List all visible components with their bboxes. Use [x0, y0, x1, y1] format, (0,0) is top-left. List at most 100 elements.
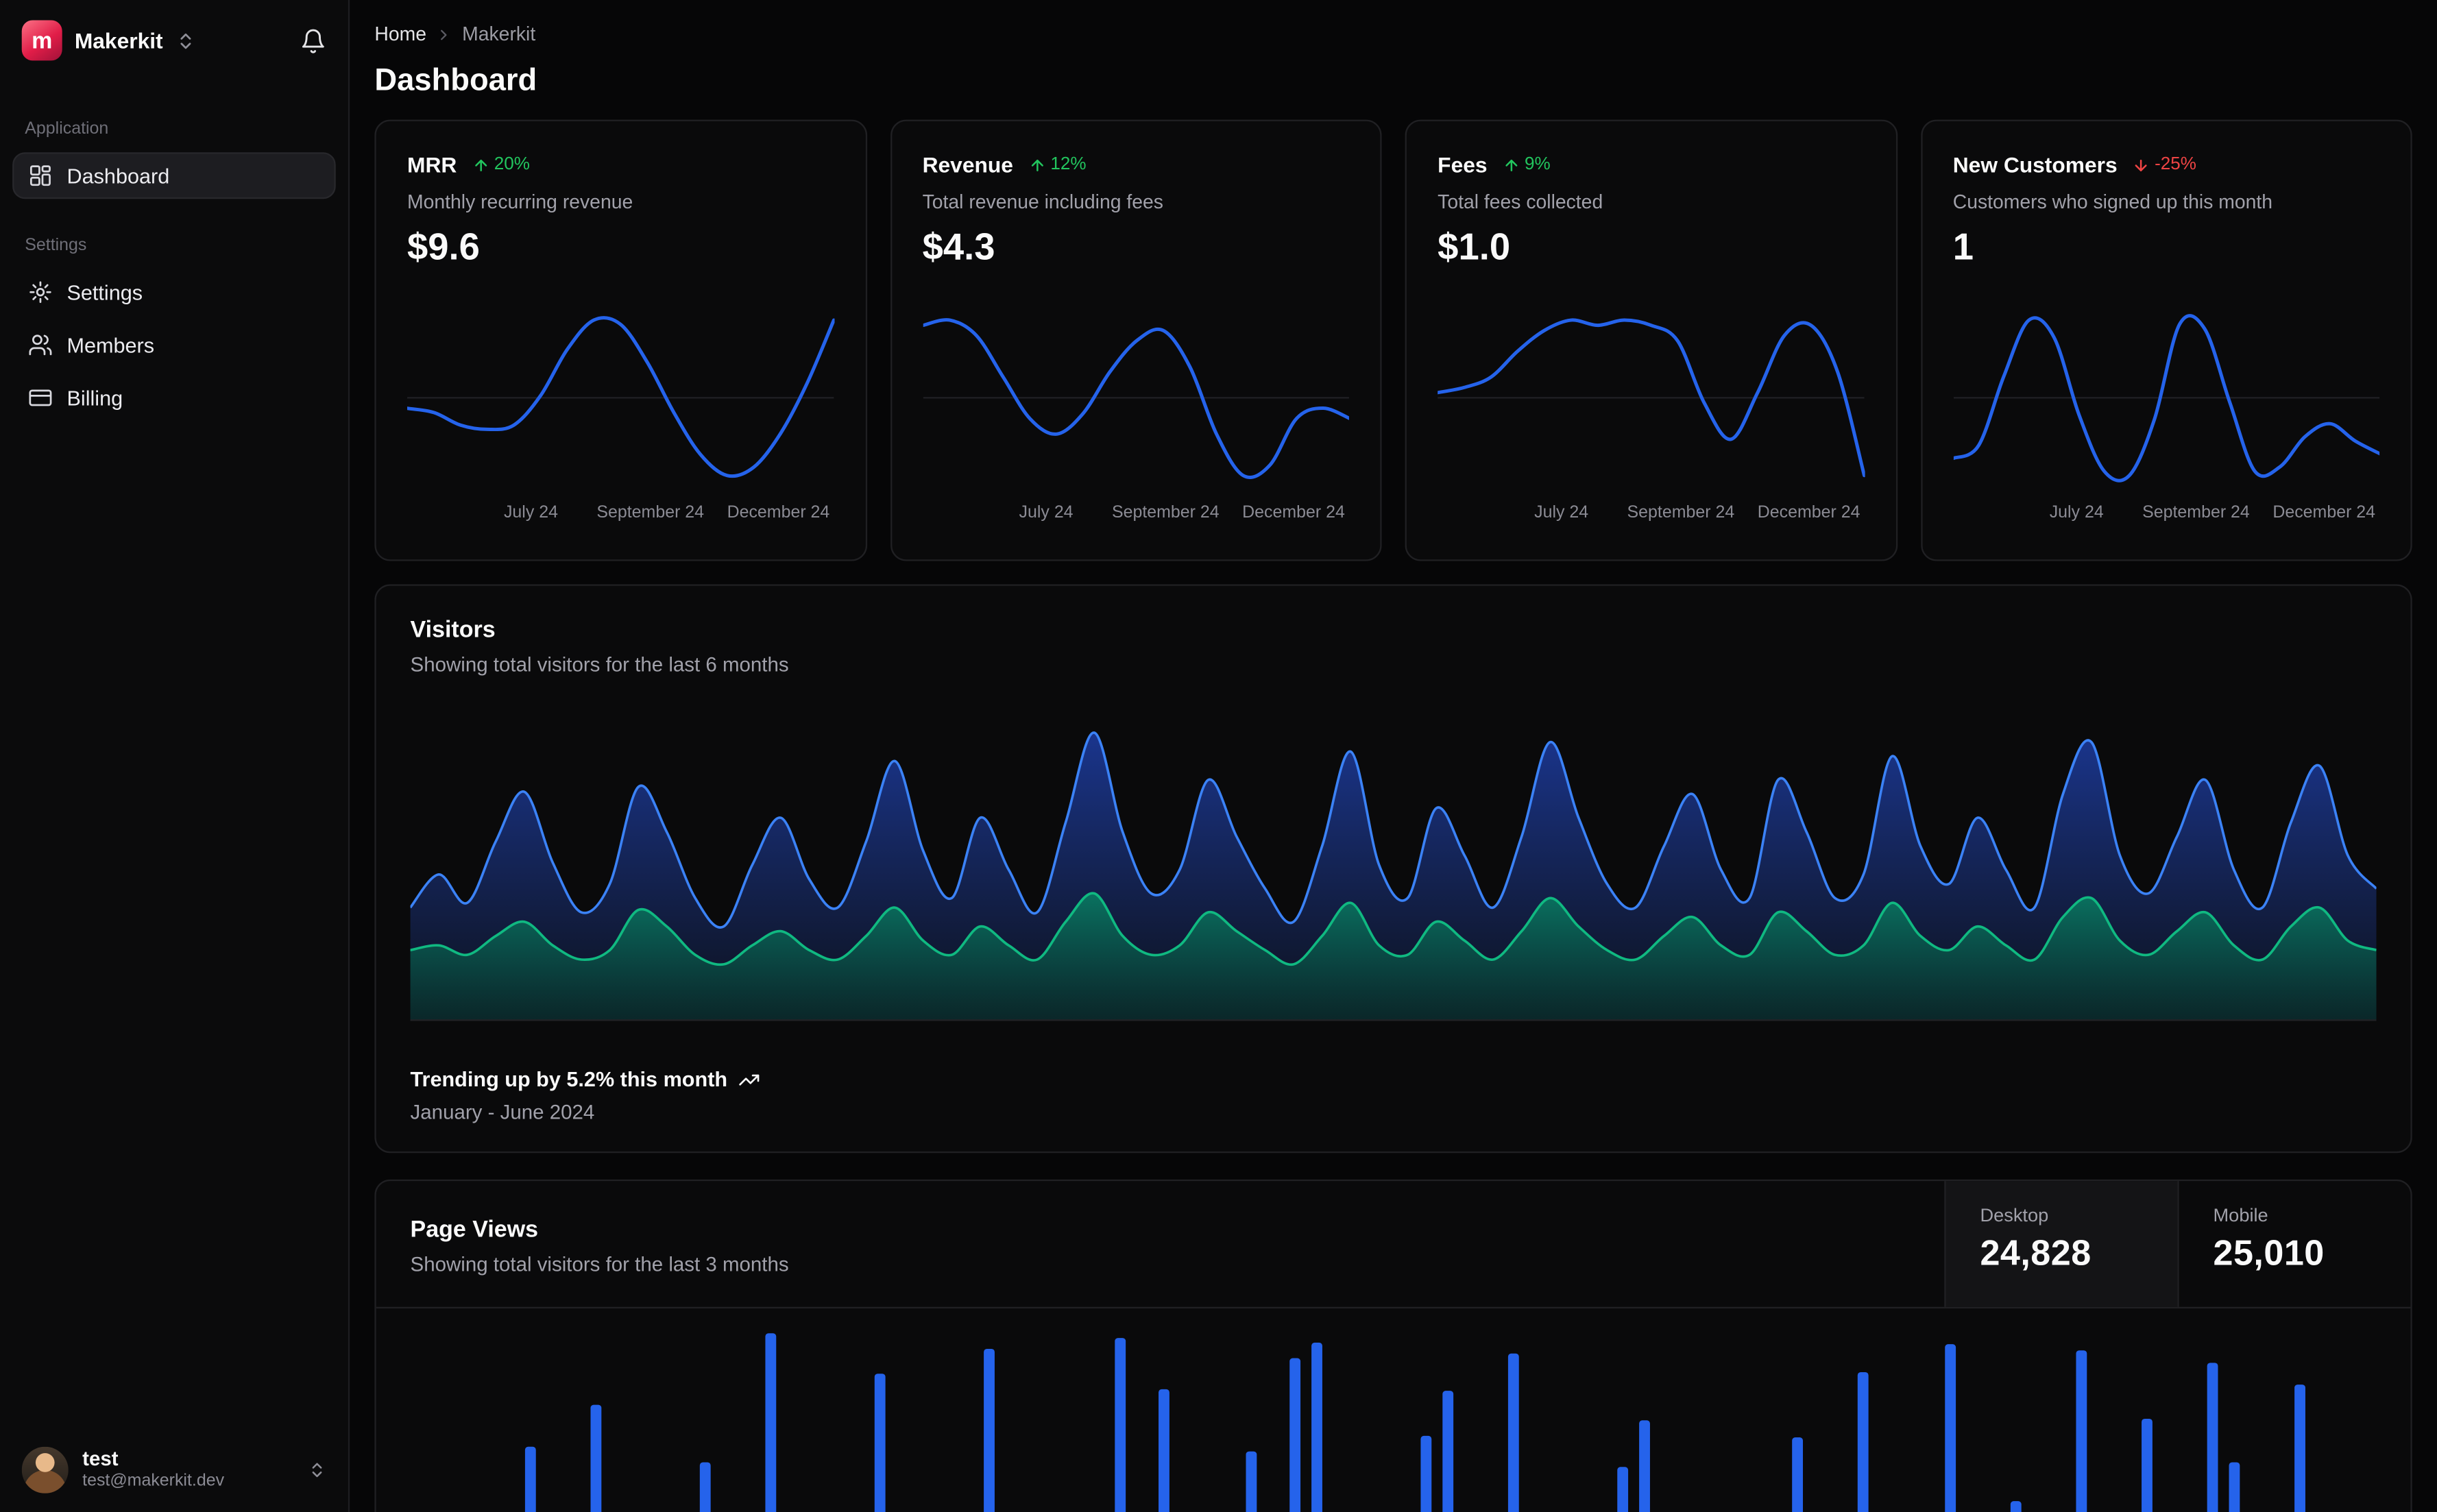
arrow-up-icon [1029, 156, 1046, 173]
main-content: Home Makerkit Dashboard MRR 20% Monthly … [350, 0, 2437, 1512]
breadcrumb-current: Makerkit [462, 23, 536, 45]
page-title: Dashboard [374, 63, 537, 98]
x-tick: July 24 [503, 503, 558, 522]
page-views-mobile-toggle[interactable]: Mobile 25,010 [2177, 1181, 2410, 1307]
page-views-desktop-toggle[interactable]: Desktop 24,828 [1944, 1181, 2178, 1307]
sidebar-header: m Makerkit [0, 0, 348, 80]
stat-subtitle: Total fees collected [1438, 191, 1603, 213]
user-name: test [82, 1446, 119, 1470]
arrow-up-icon [1503, 156, 1520, 173]
trend-badge: 12% [1029, 156, 1087, 174]
page-views-panel: Page Views Showing total visitors for th… [374, 1179, 2412, 1512]
stat-value: $4.3 [922, 227, 995, 269]
x-tick: December 24 [2272, 503, 2376, 522]
user-email: test@makerkit.dev [82, 1472, 225, 1491]
chevrons-up-down-icon [308, 1461, 326, 1479]
sidebar-section-application: Application [25, 119, 109, 138]
user-menu[interactable]: test test@makerkit.dev [0, 1428, 348, 1512]
layout-dashboard-icon [28, 163, 53, 188]
chevron-right-icon [436, 25, 453, 42]
breadcrumb-home-link[interactable]: Home [374, 22, 426, 47]
stat-value: $9.6 [407, 227, 480, 269]
visitors-trend-text: Trending up by 5.2% this month [410, 1067, 728, 1091]
trend-badge: -25% [2133, 156, 2196, 174]
fees-sparkline-chart [1438, 318, 1865, 478]
x-tick: December 24 [1757, 503, 1860, 522]
sidebar-item-label: Settings [66, 280, 143, 304]
stat-subtitle: Total revenue including fees [922, 191, 1163, 213]
desktop-value: 24,828 [1980, 1232, 2092, 1273]
x-tick: September 24 [1627, 503, 1735, 522]
workspace-logo: m [21, 20, 62, 61]
sparkline-x-labels: July 24 September 24 December 24 [1438, 504, 1864, 526]
sidebar-item-dashboard[interactable]: Dashboard [12, 152, 336, 199]
x-tick: September 24 [1111, 503, 1220, 522]
sparkline-x-labels: July 24 September 24 December 24 [1953, 504, 2379, 526]
user-meta: test test@makerkit.dev [82, 1447, 224, 1493]
trend-value: -25% [2155, 155, 2196, 174]
trend-value: 9% [1524, 155, 1551, 174]
trend-badge: 9% [1503, 155, 1551, 174]
sidebar: m Makerkit Application Dashboard Setting… [0, 0, 350, 1512]
visitors-subtitle: Showing total visitors for the last 6 mo… [410, 653, 789, 676]
notifications-button[interactable] [300, 27, 327, 54]
stat-value: $1.0 [1438, 227, 1511, 269]
breadcrumb: Home Makerkit [374, 22, 2412, 47]
trending-up-icon [738, 1069, 760, 1090]
stat-cards-row: MRR 20% Monthly recurring revenue $9.6 J… [374, 119, 2412, 561]
chevrons-up-down-icon [175, 30, 195, 50]
x-tick: July 24 [2049, 503, 2104, 522]
mobile-value: 25,010 [2213, 1232, 2325, 1273]
visitors-panel: Visitors Showing total visitors for the … [374, 584, 2412, 1154]
workspace-name: Makerkit [74, 27, 163, 53]
bell-icon [300, 27, 327, 54]
user-avatar [21, 1446, 69, 1493]
page-views-title: Page Views [410, 1217, 539, 1243]
sidebar-item-settings[interactable]: Settings [12, 269, 336, 315]
stat-card-revenue: Revenue 12% Total revenue including fees… [889, 119, 1382, 561]
stat-title: New Customers [1952, 152, 2118, 178]
new-customers-sparkline-chart [1952, 314, 2380, 483]
visitors-title: Visitors [410, 617, 496, 644]
stat-card-fees: Fees 9% Total fees collected $1.0 July 2… [1405, 119, 1898, 561]
app-window: m Makerkit Application Dashboard Setting… [0, 0, 2437, 1512]
stat-value: 1 [1952, 227, 1974, 269]
visitors-period: January - June 2024 [410, 1100, 595, 1124]
x-tick: December 24 [727, 503, 830, 522]
workspace-switcher[interactable]: m Makerkit [21, 20, 196, 61]
sparkline-x-labels: July 24 September 24 December 24 [923, 504, 1349, 526]
arrow-down-icon [2133, 156, 2150, 173]
sparkline-x-labels: July 24 September 24 December 24 [407, 504, 834, 526]
sidebar-item-label: Billing [66, 386, 123, 410]
trend-value: 20% [494, 155, 530, 174]
gear-icon [28, 280, 53, 304]
page-views-header: Page Views Showing total visitors for th… [376, 1181, 2411, 1308]
visitors-area-chart [410, 731, 2377, 1021]
arrow-up-icon [472, 156, 489, 173]
trend-badge: 20% [472, 156, 530, 174]
trend-value: 12% [1050, 155, 1087, 174]
stat-title: Revenue [922, 152, 1013, 178]
revenue-sparkline-chart [922, 318, 1349, 480]
credit-card-icon [28, 385, 53, 410]
mobile-label: Mobile [2213, 1204, 2268, 1226]
stat-card-mrr: MRR 20% Monthly recurring revenue $9.6 J… [374, 119, 866, 561]
stat-subtitle: Customers who signed up this month [1952, 191, 2273, 213]
x-tick: December 24 [1242, 503, 1345, 522]
stat-card-new-customers: New Customers -25% Customers who signed … [1920, 119, 2412, 561]
sidebar-section-settings: Settings [25, 236, 87, 255]
x-tick: September 24 [596, 503, 705, 522]
sidebar-item-label: Members [66, 333, 155, 357]
page-views-subtitle: Showing total visitors for the last 3 mo… [410, 1252, 789, 1276]
visitors-footer: Trending up by 5.2% this month January -… [410, 1067, 2377, 1124]
sidebar-item-members[interactable]: Members [12, 321, 336, 368]
x-tick: July 24 [1534, 503, 1589, 522]
mrr-sparkline-chart [407, 316, 834, 478]
sidebar-item-billing[interactable]: Billing [12, 374, 336, 421]
desktop-label: Desktop [1980, 1204, 2049, 1226]
workspace-logo-letter: m [32, 27, 53, 54]
stat-title: MRR [407, 152, 457, 178]
users-icon [28, 332, 53, 357]
stat-subtitle: Monthly recurring revenue [407, 191, 633, 213]
x-tick: July 24 [1019, 503, 1074, 522]
